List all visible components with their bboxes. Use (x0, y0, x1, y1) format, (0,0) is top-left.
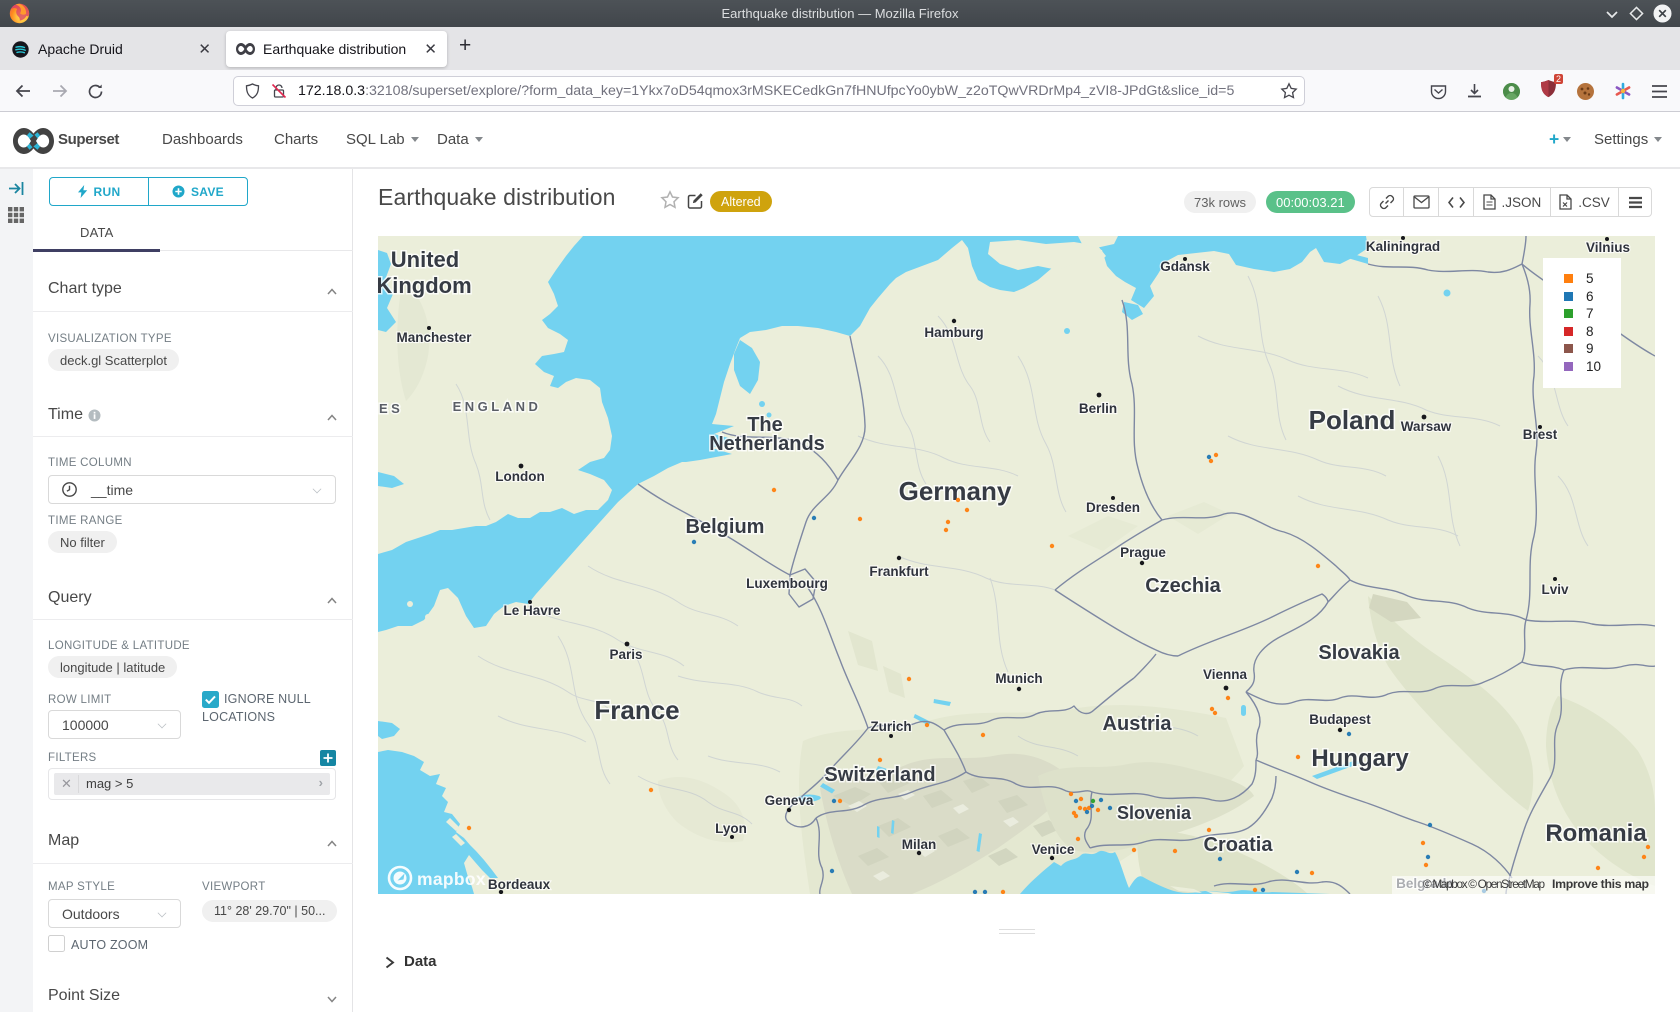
svg-text:Croatia: Croatia (1204, 834, 1274, 856)
svg-text:Luxembourg: Luxembourg (746, 576, 828, 591)
svg-text:Brest: Brest (1523, 427, 1558, 442)
svg-text:Paris: Paris (609, 647, 642, 662)
svg-text:United: United (391, 247, 459, 272)
svg-text:Gdansk: Gdansk (1160, 259, 1210, 274)
svg-text:ENGLAND: ENGLAND (453, 399, 542, 414)
svg-text:Berlin: Berlin (1079, 401, 1117, 416)
svg-text:10: 10 (1586, 359, 1601, 374)
svg-text:Austria: Austria (1103, 713, 1173, 735)
svg-text:Germany: Germany (899, 476, 1012, 506)
svg-text:Manchester: Manchester (396, 330, 472, 345)
svg-text:Slovakia: Slovakia (1318, 642, 1400, 664)
svg-text:Netherlands: Netherlands (709, 433, 825, 455)
svg-text:© Mapbox © OpenStreetMap: © Mapbox © OpenStreetMap (1423, 877, 1545, 891)
svg-text:mapbox: mapbox (417, 869, 486, 889)
svg-text:Czechia: Czechia (1145, 575, 1221, 597)
svg-text:Hamburg: Hamburg (924, 325, 983, 340)
svg-text:Zurich: Zurich (870, 719, 911, 734)
svg-text:Improve this map: Improve this map (1552, 877, 1649, 891)
svg-text:Romania: Romania (1545, 820, 1647, 847)
svg-text:Dresden: Dresden (1086, 500, 1140, 515)
svg-text:Poland: Poland (1309, 405, 1396, 435)
svg-text:Lviv: Lviv (1541, 582, 1569, 597)
svg-text:Slovenia: Slovenia (1117, 803, 1192, 823)
svg-text:9: 9 (1586, 341, 1594, 356)
svg-text:Prague: Prague (1120, 545, 1166, 560)
svg-text:Geneva: Geneva (765, 793, 814, 808)
svg-text:Le Havre: Le Havre (503, 603, 561, 618)
svg-text:France: France (594, 695, 679, 725)
svg-text:ES: ES (379, 401, 403, 416)
svg-text:Vienna: Vienna (1203, 667, 1248, 682)
svg-text:6: 6 (1586, 289, 1594, 304)
svg-text:Vilnius: Vilnius (1586, 240, 1630, 255)
svg-text:Hungary: Hungary (1311, 745, 1409, 772)
svg-text:Munich: Munich (995, 671, 1042, 686)
svg-text:Kingdom: Kingdom (378, 273, 472, 298)
svg-text:Frankfurt: Frankfurt (869, 564, 929, 579)
svg-text:Venice: Venice (1032, 842, 1075, 857)
svg-text:Bordeaux: Bordeaux (488, 877, 551, 892)
svg-text:London: London (495, 469, 544, 484)
svg-text:Budapest: Budapest (1309, 712, 1371, 727)
svg-text:Switzerland: Switzerland (824, 764, 935, 786)
svg-text:Warsaw: Warsaw (1401, 419, 1452, 434)
svg-text:5: 5 (1586, 271, 1594, 286)
svg-text:Milan: Milan (902, 837, 937, 852)
svg-text:8: 8 (1586, 324, 1594, 339)
svg-text:Lyon: Lyon (715, 821, 747, 836)
svg-text:Belgium: Belgium (686, 516, 765, 538)
svg-text:Kaliningrad: Kaliningrad (1366, 239, 1440, 254)
svg-text:7: 7 (1586, 306, 1594, 321)
